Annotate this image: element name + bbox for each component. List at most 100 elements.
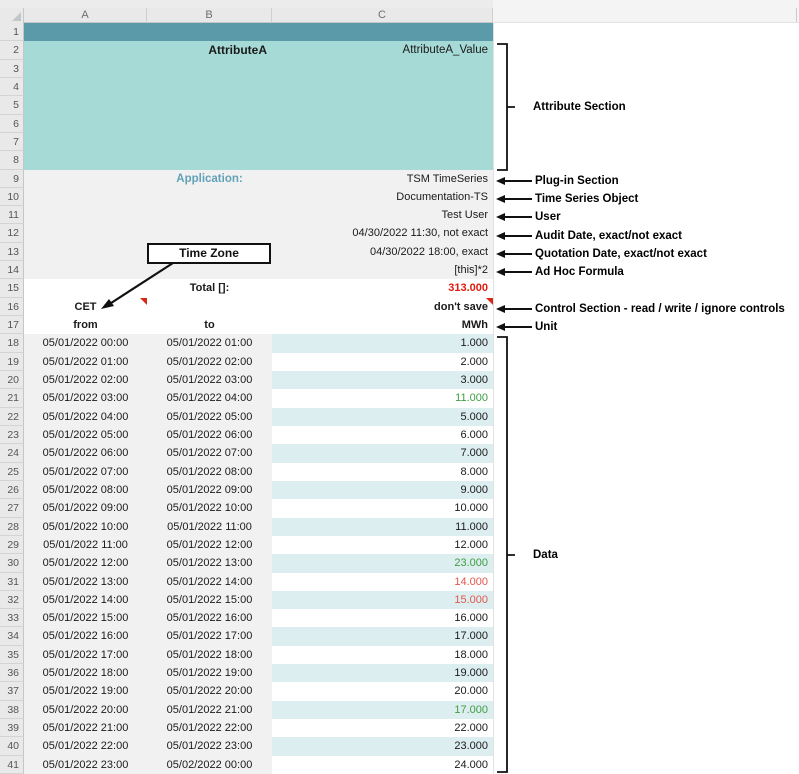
column-header-a[interactable]: A	[24, 8, 147, 23]
attribute-band[interactable]	[24, 41, 493, 169]
row-number[interactable]: 12	[0, 224, 24, 242]
cell-from[interactable]: 05/01/2022 14:00	[24, 591, 147, 609]
cell-save-mode[interactable]: don't save	[272, 298, 493, 316]
row-number[interactable]: 3	[0, 60, 24, 78]
cell-value[interactable]: 23.000	[272, 737, 493, 755]
row-number[interactable]: 13	[0, 243, 24, 261]
row-number[interactable]: 25	[0, 463, 24, 481]
cell-to[interactable]: 05/01/2022 14:00	[147, 573, 272, 591]
cell-to[interactable]: 05/01/2022 05:00	[147, 408, 272, 426]
cell-from[interactable]: 05/01/2022 08:00	[24, 481, 147, 499]
cell-to[interactable]: 05/01/2022 12:00	[147, 536, 272, 554]
cell-value[interactable]: 11.000	[272, 389, 493, 407]
row-number[interactable]: 40	[0, 737, 24, 755]
cell-value[interactable]: 7.000	[272, 444, 493, 462]
cell-from[interactable]: 05/01/2022 13:00	[24, 573, 147, 591]
cell-to[interactable]: 05/01/2022 01:00	[147, 334, 272, 352]
row-number[interactable]: 2	[0, 41, 24, 59]
row-number[interactable]: 7	[0, 133, 24, 151]
cell-from[interactable]: 05/01/2022 03:00	[24, 389, 147, 407]
row-number[interactable]: 32	[0, 591, 24, 609]
cell-value[interactable]: 6.000	[272, 426, 493, 444]
row-number[interactable]: 38	[0, 701, 24, 719]
cell-value[interactable]: 1.000	[272, 334, 493, 352]
row-number[interactable]: 34	[0, 627, 24, 645]
cell-from[interactable]: 05/01/2022 09:00	[24, 499, 147, 517]
cell-to[interactable]: 05/01/2022 11:00	[147, 518, 272, 536]
row-number[interactable]: 17	[0, 316, 24, 334]
cell-from[interactable]: 05/01/2022 04:00	[24, 408, 147, 426]
cell-value[interactable]: 9.000	[272, 481, 493, 499]
row-number[interactable]: 28	[0, 518, 24, 536]
row-number[interactable]: 33	[0, 609, 24, 627]
cell-to[interactable]: 05/01/2022 09:00	[147, 481, 272, 499]
row-number[interactable]: 39	[0, 719, 24, 737]
cell-meta-value[interactable]: 04/30/2022 11:30, not exact	[272, 224, 493, 242]
cell-to[interactable]: 05/01/2022 06:00	[147, 426, 272, 444]
cell-header-unit[interactable]: MWh	[272, 316, 493, 334]
cell-value[interactable]: 14.000	[272, 573, 493, 591]
row-number[interactable]: 1	[0, 23, 24, 41]
cell-total-value[interactable]: 313.000	[272, 279, 493, 297]
row-number[interactable]: 11	[0, 206, 24, 224]
cell-from[interactable]: 05/01/2022 05:00	[24, 426, 147, 444]
cell-value[interactable]: 23.000	[272, 554, 493, 572]
row-number[interactable]: 4	[0, 78, 24, 96]
cell-value[interactable]: 12.000	[272, 536, 493, 554]
cell-value[interactable]: 17.000	[272, 701, 493, 719]
row-number[interactable]: 6	[0, 115, 24, 133]
cell-from[interactable]: 05/01/2022 16:00	[24, 627, 147, 645]
cell-to[interactable]: 05/02/2022 00:00	[147, 756, 272, 774]
row-number[interactable]: 8	[0, 151, 24, 169]
cell-to[interactable]: 05/01/2022 20:00	[147, 682, 272, 700]
row-number[interactable]: 29	[0, 536, 24, 554]
column-header-c[interactable]: C	[272, 8, 493, 23]
row-number[interactable]: 22	[0, 408, 24, 426]
row-number[interactable]: 23	[0, 426, 24, 444]
row-number[interactable]: 31	[0, 573, 24, 591]
cell-value[interactable]: 19.000	[272, 664, 493, 682]
row-number[interactable]: 26	[0, 481, 24, 499]
cell-to[interactable]: 05/01/2022 13:00	[147, 554, 272, 572]
cell-from[interactable]: 05/01/2022 10:00	[24, 518, 147, 536]
cell-value[interactable]: 3.000	[272, 371, 493, 389]
cell-to[interactable]: 05/01/2022 08:00	[147, 463, 272, 481]
cell-value[interactable]: 24.000	[272, 756, 493, 774]
cell-from[interactable]: 05/01/2022 02:00	[24, 371, 147, 389]
cell-meta-value[interactable]: Documentation-TS	[272, 188, 493, 206]
cell-value[interactable]: 18.000	[272, 646, 493, 664]
row-number[interactable]: 9	[0, 170, 24, 188]
cell-from[interactable]: 05/01/2022 20:00	[24, 701, 147, 719]
row-number[interactable]: 18	[0, 334, 24, 352]
cell-application-label[interactable]: Application:	[147, 170, 272, 188]
cell-value[interactable]: 16.000	[272, 609, 493, 627]
cell-from[interactable]: 05/01/2022 11:00	[24, 536, 147, 554]
row-number[interactable]: 20	[0, 371, 24, 389]
cell-value[interactable]: 17.000	[272, 627, 493, 645]
cell-from[interactable]: 05/01/2022 22:00	[24, 737, 147, 755]
cell-to[interactable]: 05/01/2022 19:00	[147, 664, 272, 682]
cell-meta-value[interactable]: 04/30/2022 18:00, exact	[272, 243, 493, 261]
cell-from[interactable]: 05/01/2022 00:00	[24, 334, 147, 352]
cell-to[interactable]: 05/01/2022 10:00	[147, 499, 272, 517]
cell-value[interactable]: 11.000	[272, 518, 493, 536]
select-all-corner[interactable]	[0, 8, 24, 23]
cell-to[interactable]: 05/01/2022 22:00	[147, 719, 272, 737]
cell-to[interactable]: 05/01/2022 17:00	[147, 627, 272, 645]
row-number[interactable]: 19	[0, 353, 24, 371]
cell-value[interactable]: 5.000	[272, 408, 493, 426]
row-number[interactable]: 15	[0, 279, 24, 297]
cell-from[interactable]: 05/01/2022 19:00	[24, 682, 147, 700]
cell-to[interactable]: 05/01/2022 18:00	[147, 646, 272, 664]
cell-to[interactable]: 05/01/2022 16:00	[147, 609, 272, 627]
cell-header-from[interactable]: from	[24, 316, 147, 334]
cell-attribute-value[interactable]: AttributeA_Value	[272, 41, 493, 59]
cell-to[interactable]: 05/01/2022 03:00	[147, 371, 272, 389]
title-band[interactable]	[24, 23, 493, 41]
row-number[interactable]: 36	[0, 664, 24, 682]
cell-value[interactable]: 22.000	[272, 719, 493, 737]
cell-to[interactable]: 05/01/2022 23:00	[147, 737, 272, 755]
cell-from[interactable]: 05/01/2022 23:00	[24, 756, 147, 774]
row-number[interactable]: 14	[0, 261, 24, 279]
cell-header-to[interactable]: to	[147, 316, 272, 334]
